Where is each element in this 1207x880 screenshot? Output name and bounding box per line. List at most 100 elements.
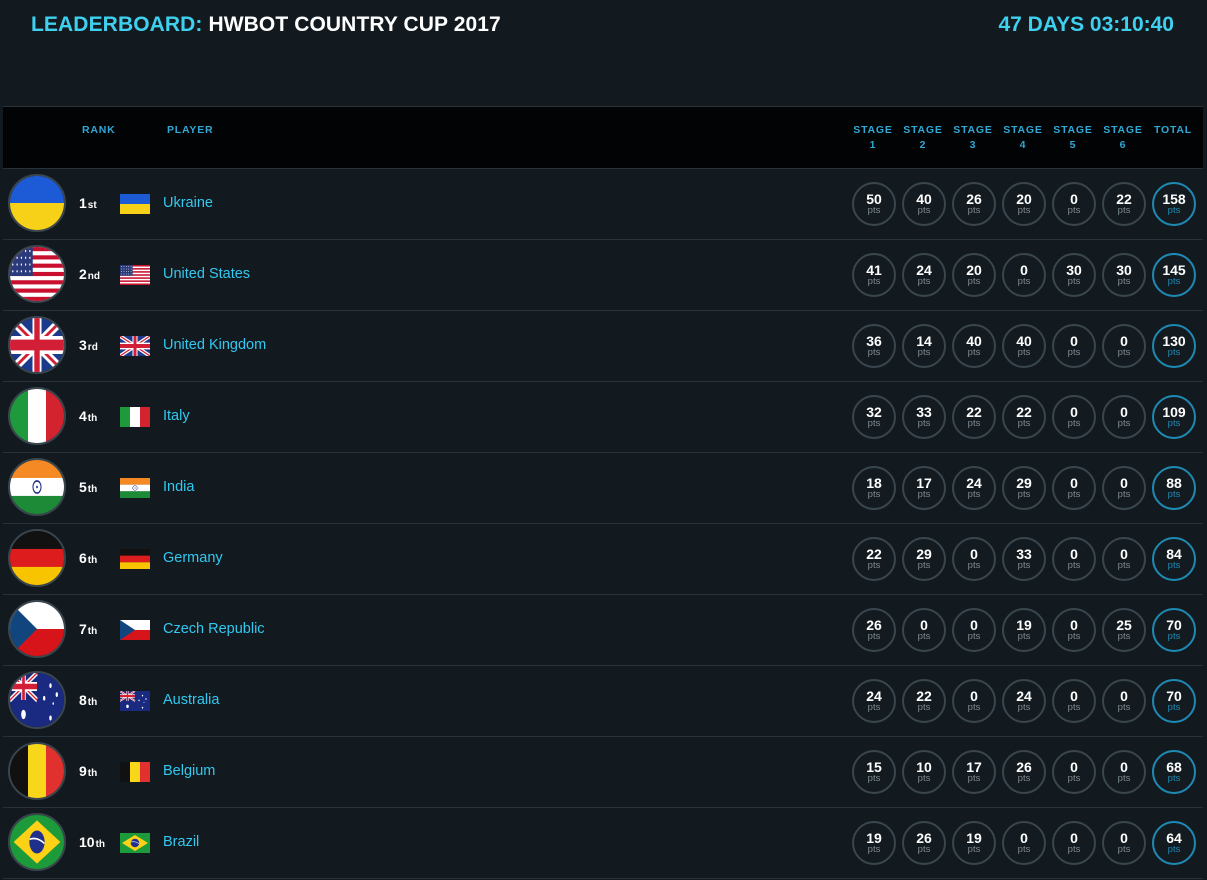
- points-value: 40: [916, 191, 932, 207]
- table-row: 4th Italy 32 pts 33 pts 22 pts 22 pts 0 pts 0 pts 109 p…: [3, 382, 1203, 453]
- country-link[interactable]: India: [163, 479, 194, 495]
- country-link[interactable]: Brazil: [163, 834, 199, 850]
- ua-flag-icon: [120, 194, 150, 214]
- stage-2-points: 26 pts: [902, 821, 946, 865]
- total-value: 130: [1162, 333, 1186, 349]
- points-unit: pts: [967, 773, 981, 784]
- rank-cell: 10th: [79, 834, 105, 850]
- us-flag-icon: [120, 265, 150, 285]
- points-unit: pts: [917, 560, 931, 571]
- total-unit: pts: [1167, 560, 1181, 571]
- total-unit: pts: [1167, 205, 1181, 216]
- stage-3-points: 19 pts: [952, 821, 996, 865]
- country-link[interactable]: Belgium: [163, 763, 215, 779]
- points-unit: pts: [1017, 276, 1031, 287]
- points-unit: pts: [1017, 418, 1031, 429]
- stage-1-points: 26 pts: [852, 608, 896, 652]
- stage-6-points: 22 pts: [1102, 182, 1146, 226]
- table-row: 6th Germany 22 pts 29 pts 0 pts 33 pts 0 pts 0 pts 84 p…: [3, 524, 1203, 595]
- points-unit: pts: [967, 844, 981, 855]
- total-unit: pts: [1167, 418, 1181, 429]
- points-unit: pts: [967, 418, 981, 429]
- stage-5-points: 0 pts: [1052, 182, 1096, 226]
- points-unit: pts: [1067, 844, 1081, 855]
- rank-cell: 6th: [79, 550, 97, 566]
- points-unit: pts: [967, 489, 981, 500]
- column-header-stage-5: STAGE 5: [1053, 123, 1093, 153]
- points-unit: pts: [1017, 844, 1031, 855]
- total-value: 88: [1166, 475, 1182, 491]
- points-unit: pts: [917, 276, 931, 287]
- points-value: 22: [1016, 404, 1032, 420]
- points-value: 30: [1066, 262, 1082, 278]
- rank-number: 5: [79, 479, 87, 495]
- points-unit: pts: [867, 418, 881, 429]
- points-unit: pts: [1067, 347, 1081, 358]
- country-avatar[interactable]: [8, 387, 66, 445]
- total-unit: pts: [1167, 276, 1181, 287]
- stage-1-points: 36 pts: [852, 324, 896, 368]
- points-unit: pts: [1017, 489, 1031, 500]
- total-value: 68: [1166, 759, 1182, 775]
- stage-2-points: 29 pts: [902, 537, 946, 581]
- country-avatar[interactable]: [8, 458, 66, 516]
- points-unit: pts: [1017, 347, 1031, 358]
- points-unit: pts: [1017, 205, 1031, 216]
- stage-header-word: STAGE: [1053, 124, 1093, 136]
- total-value: 70: [1166, 617, 1182, 633]
- country-link[interactable]: Italy: [163, 408, 190, 424]
- countdown-timer: 47 DAYS 03:10:40: [998, 13, 1174, 36]
- stage-1-points: 41 pts: [852, 253, 896, 297]
- country-link[interactable]: United Kingdom: [163, 337, 266, 353]
- rank-suffix: th: [87, 697, 98, 708]
- points-unit: pts: [917, 844, 931, 855]
- rank-number: 8: [79, 692, 87, 708]
- points-value: 0: [1070, 759, 1078, 775]
- country-avatar[interactable]: [8, 174, 66, 232]
- table-body: 1st Ukraine 50 pts 40 pts 26 pts 20 pts 0 pts 22 pts 1…: [3, 169, 1203, 879]
- stage-header-word: STAGE: [903, 124, 943, 136]
- stage-1-points: 50 pts: [852, 182, 896, 226]
- country-avatar[interactable]: [8, 671, 66, 729]
- stage-1-points: 15 pts: [852, 750, 896, 794]
- stage-header-number: 1: [869, 139, 877, 151]
- points-value: 14: [916, 333, 932, 349]
- rank-suffix: rd: [87, 342, 98, 353]
- rank-number: 2: [79, 266, 87, 282]
- stage-header-number: 3: [969, 139, 977, 151]
- points-value: 33: [1016, 546, 1032, 562]
- points-value: 19: [966, 830, 982, 846]
- country-avatar[interactable]: [8, 316, 66, 374]
- stage-5-points: 0 pts: [1052, 324, 1096, 368]
- rank-suffix: th: [95, 839, 106, 850]
- points-value: 17: [916, 475, 932, 491]
- country-avatar[interactable]: [8, 742, 66, 800]
- country-avatar[interactable]: [8, 813, 66, 871]
- country-avatar[interactable]: [8, 529, 66, 587]
- country-avatar[interactable]: [8, 245, 66, 303]
- total-points: 158 pts: [1152, 182, 1196, 226]
- points-value: 0: [1070, 688, 1078, 704]
- country-link[interactable]: Ukraine: [163, 195, 213, 211]
- total-unit: pts: [1167, 702, 1181, 713]
- rank-suffix: th: [87, 484, 98, 495]
- country-avatar[interactable]: [8, 600, 66, 658]
- stage-1-points: 18 pts: [852, 466, 896, 510]
- stage-4-points: 26 pts: [1002, 750, 1046, 794]
- stage-6-points: 0 pts: [1102, 750, 1146, 794]
- points-unit: pts: [1067, 489, 1081, 500]
- stage-3-points: 20 pts: [952, 253, 996, 297]
- points-unit: pts: [1117, 489, 1131, 500]
- country-link[interactable]: United States: [163, 266, 250, 282]
- points-unit: pts: [1017, 560, 1031, 571]
- points-value: 0: [1070, 475, 1078, 491]
- country-link[interactable]: Germany: [163, 550, 223, 566]
- points-value: 26: [1016, 759, 1032, 775]
- column-header-player: PLAYER: [167, 124, 214, 136]
- country-link[interactable]: Australia: [163, 692, 219, 708]
- rank-number: 3: [79, 337, 87, 353]
- points-value: 24: [916, 262, 932, 278]
- points-value: 20: [966, 262, 982, 278]
- points-value: 0: [970, 617, 978, 633]
- country-link[interactable]: Czech Republic: [163, 621, 265, 637]
